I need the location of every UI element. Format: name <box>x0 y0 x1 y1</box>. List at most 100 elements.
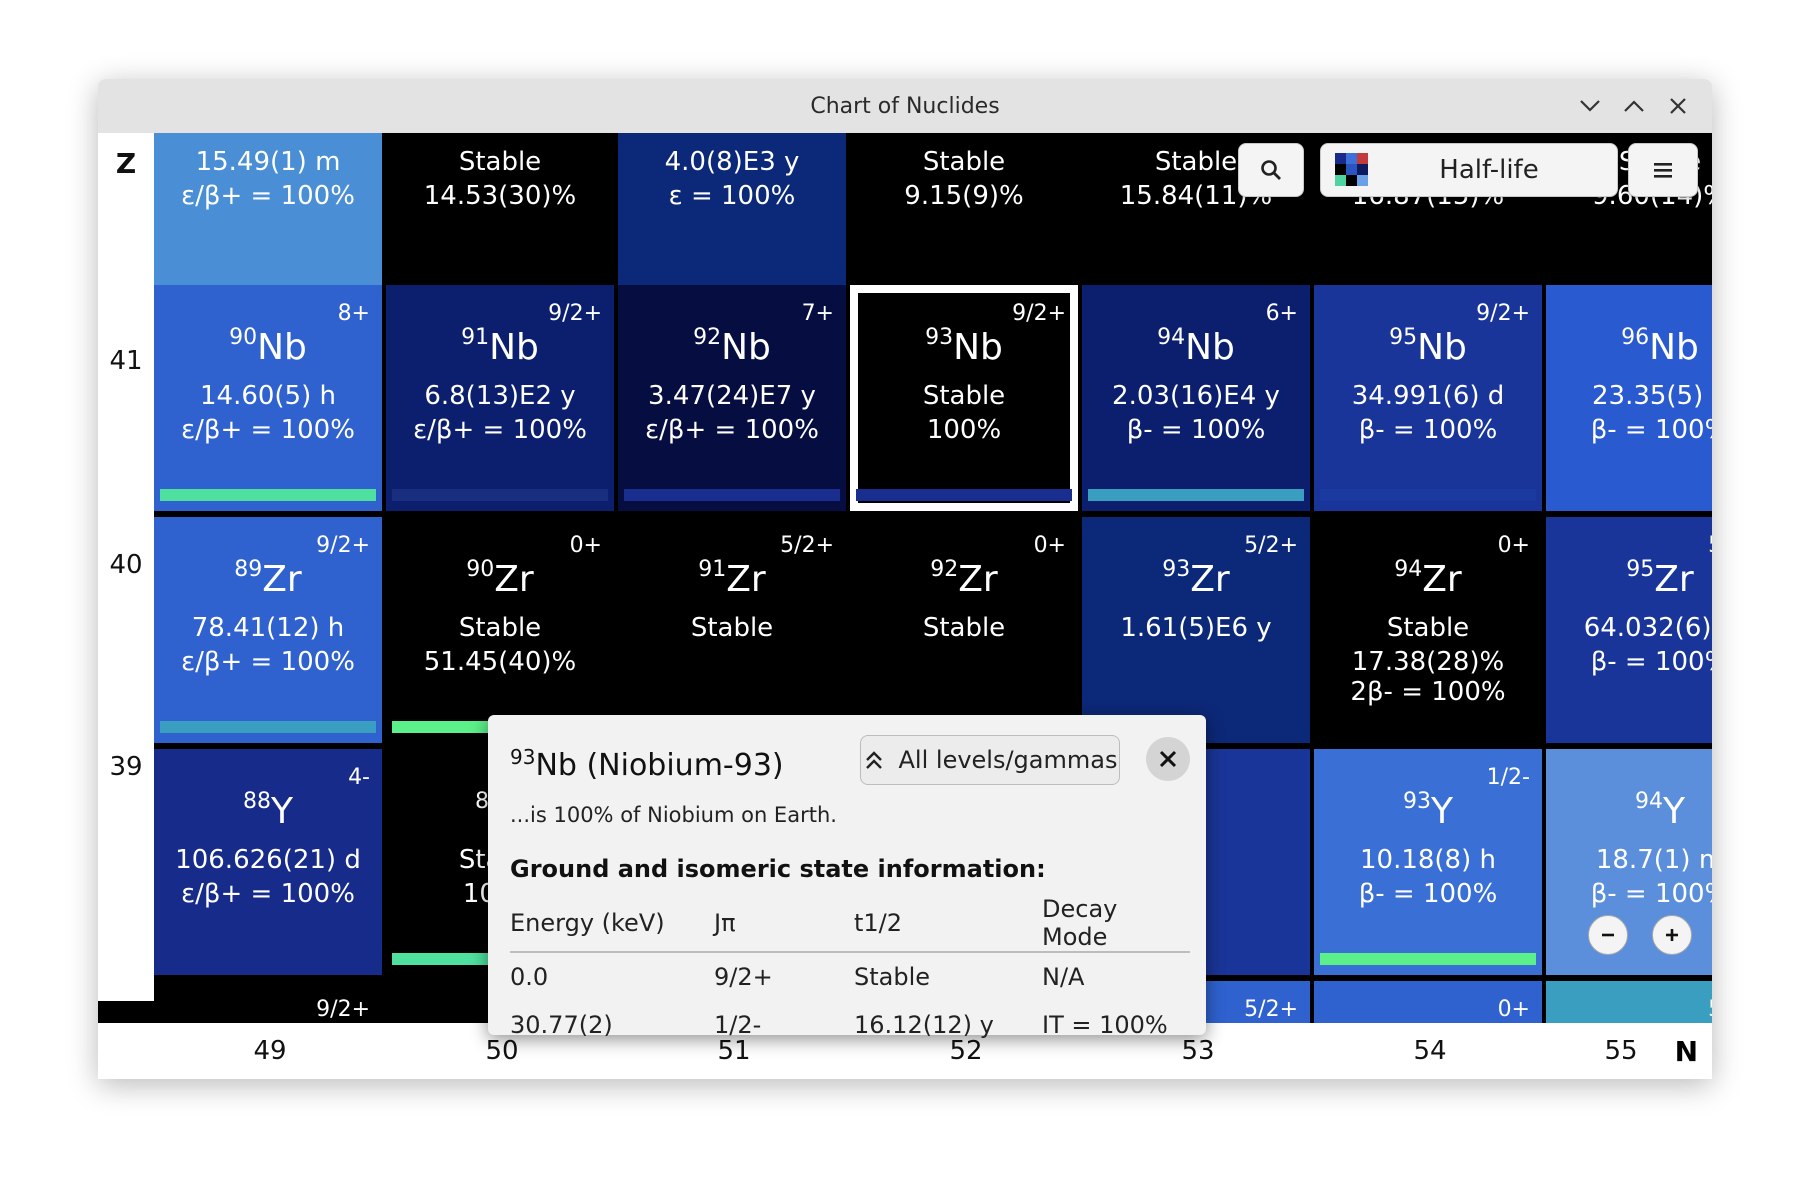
tile-halflife: Stable <box>922 381 1006 411</box>
tile-symbol: 94Zr <box>1314 557 1542 600</box>
nuclide-chart[interactable]: 15.49(1) m ε/β+ = 100% Stable 14.53(30)% 4.0… <box>98 133 1712 1079</box>
tile-mass: 91 <box>698 557 727 582</box>
nuclide-tile[interactable]: 6+96Nb23.35(5) hβ- = 100% <box>1546 285 1712 511</box>
tile-mass: 94 <box>1157 325 1186 350</box>
tile-symbol: 91Nb <box>386 325 614 368</box>
tile-symbol: 89Zr <box>154 557 382 600</box>
nuclide-info-popup: 93Nb (Niobium-93) ...is 100% of Niobium … <box>488 715 1206 1039</box>
tile-mass: 88 <box>243 789 271 814</box>
nuclide-tile[interactable]: 0+ 92Zr Stable <box>850 517 1078 743</box>
tile-halflife: 106.626(21) d <box>175 845 361 875</box>
tile-spin: 6+ <box>1265 301 1298 326</box>
tile-decay: β- = 100% <box>1590 879 1712 909</box>
tile-element: Zr <box>1654 559 1694 600</box>
tile-symbol: 94Nb <box>1082 325 1310 368</box>
popup-abundance: ...is 100% of Niobium on Earth. <box>510 803 837 827</box>
nuclide-tile[interactable]: 7+ 92Nb 3.47(24)E7 y ε/β+ = 100% <box>618 285 846 511</box>
tile-spin: 5/2+ <box>1244 533 1298 558</box>
tile-element: Zr <box>494 559 534 600</box>
nuclide-tile[interactable]: 8+ 90Nb 14.60(5) h ε/β+ = 100% <box>154 285 382 511</box>
nuclide-tile[interactable]: 1/2- 93Y 10.18(8) h β- = 100% <box>1314 749 1542 975</box>
z-value: 40 <box>109 550 143 580</box>
tile-symbol: 91Zr <box>618 557 846 600</box>
tile-spin: 0+ <box>1497 997 1530 1022</box>
search-icon <box>1261 160 1281 180</box>
tile-spin: 9/2+ <box>1012 301 1066 326</box>
chevron-down-icon <box>1580 100 1600 112</box>
tile-element: Nb <box>953 327 1003 368</box>
popup-close-button[interactable] <box>1146 737 1190 781</box>
tile-spin: 9/2+ <box>548 301 602 326</box>
nuclide-tile[interactable]: 9/2+ 89Zr 78.41(12) h ε/β+ = 100% <box>154 517 382 743</box>
tile-bar <box>1088 489 1304 501</box>
nuclide-tile[interactable]: 0+ 90Zr Stable 51.45(40)% <box>386 517 614 743</box>
nuclide-tile[interactable]: 9/2+ 91Nb 6.8(13)E2 y ε/β+ = 100% <box>386 285 614 511</box>
all-levels-button[interactable]: All levels/gammas <box>860 735 1120 785</box>
zoom-in-button[interactable] <box>1652 915 1692 955</box>
chevron-up-icon <box>1624 100 1644 112</box>
minus-icon <box>1602 933 1614 937</box>
tile-decay: ε/β+ = 100% <box>181 879 355 909</box>
close-window-button[interactable] <box>1656 87 1700 125</box>
table-cell: 0.0 <box>510 963 549 991</box>
nuclide-tile[interactable]: 6+ 94Nb 2.03(16)E4 y β- = 100% <box>1082 285 1310 511</box>
tile-symbol: 93Y <box>1314 789 1542 832</box>
table-cell: 30.77(2) <box>510 1011 613 1039</box>
minimize-button[interactable] <box>1568 87 1612 125</box>
tile-spin: 9/2+ <box>316 997 370 1022</box>
n-value: 49 <box>253 1036 287 1066</box>
nuclide-tile[interactable]: 5/2+ 93Zr 1.61(5)E6 y <box>1082 517 1310 743</box>
state-info-table: Energy (keV) Jπ t1/2 Decay Mode 0.0 9/2+… <box>510 895 1190 1049</box>
close-icon <box>1670 98 1686 114</box>
color-mode-label: Half-life <box>1439 155 1539 185</box>
tile-spin: 9/2+ <box>1476 301 1530 326</box>
table-row: 30.77(2) 1/2- 16.12(12) y IT = 100% <box>510 1001 1190 1049</box>
n-value: 55 <box>1604 1036 1638 1066</box>
state-info-heading: Ground and isomeric state information: <box>510 855 1046 883</box>
tile-halflife: Stable <box>1386 613 1470 643</box>
tile-symbol: 92Nb <box>618 325 846 368</box>
nuclide-tile[interactable]: 5/2+ 91Zr Stable <box>618 517 846 743</box>
table-row: 0.0 9/2+ Stable N/A <box>510 952 1190 1001</box>
maximize-button[interactable] <box>1612 87 1656 125</box>
tile-spin: 8+ <box>337 301 370 326</box>
tile-element: Zr <box>1422 559 1462 600</box>
tile-decay: 14.53(30)% <box>423 181 577 211</box>
color-mode-selector[interactable]: Half-life <box>1320 143 1618 197</box>
search-button[interactable] <box>1238 143 1304 197</box>
close-icon <box>1159 750 1177 768</box>
tile-mass: 95 <box>1626 557 1655 582</box>
tile-decay: 17.38(28)% <box>1351 647 1505 677</box>
menu-button[interactable] <box>1628 143 1698 197</box>
tile-bar <box>160 721 376 733</box>
z-axis-label: Z <box>115 146 137 180</box>
zoom-out-button[interactable] <box>1588 915 1628 955</box>
nuclide-tile[interactable]: 5/2+95Zr64.032(6) dβ- = 100% <box>1546 517 1712 743</box>
tile-halflife: 23.35(5) h <box>1591 381 1712 411</box>
tile-decay: ε/β+ = 100% <box>413 415 587 445</box>
tile-decay: β- = 100% <box>1358 879 1498 909</box>
nuclide-tile-selected[interactable]: 9/2+ 93Nb Stable 100% <box>850 285 1078 511</box>
tile-halflife: Stable <box>922 147 1006 177</box>
column-header: Decay Mode <box>1042 895 1190 953</box>
tile-symbol: 92Zr <box>850 557 1078 600</box>
tile-mass: 89 <box>234 557 263 582</box>
nuclide-tile[interactable]: 9/2+ 95Nb 34.991(6) d β- = 100% <box>1314 285 1542 511</box>
tile-element: Zr <box>958 559 998 600</box>
nuclide-tile[interactable]: 0+ 94Zr Stable 17.38(28)% 2β- = 100% <box>1314 517 1542 743</box>
tile-halflife: 6.8(13)E2 y <box>424 381 576 411</box>
tile-halflife: 4.0(8)E3 y <box>664 147 800 177</box>
tile-symbol: 94Y <box>1546 789 1712 832</box>
tile-element: Nb <box>1185 327 1235 368</box>
tile-halflife: 10.18(8) h <box>1359 845 1496 875</box>
tile-element: Nb <box>489 327 539 368</box>
tile-decay: ε = 100% <box>668 181 796 211</box>
tile-symbol: 93Zr <box>1082 557 1310 600</box>
tile-spin: 4- <box>348 765 370 790</box>
color-scale-icon <box>1335 153 1368 186</box>
column-header: Energy (keV) <box>510 895 714 953</box>
tile-halflife: 15.49(1) m <box>195 147 341 177</box>
nuclide-tile[interactable]: 4- 88Y 106.626(21) d ε/β+ = 100% <box>154 749 382 975</box>
tile-symbol: 90Zr <box>386 557 614 600</box>
tile-halflife: 18.7(1) m <box>1595 845 1712 875</box>
